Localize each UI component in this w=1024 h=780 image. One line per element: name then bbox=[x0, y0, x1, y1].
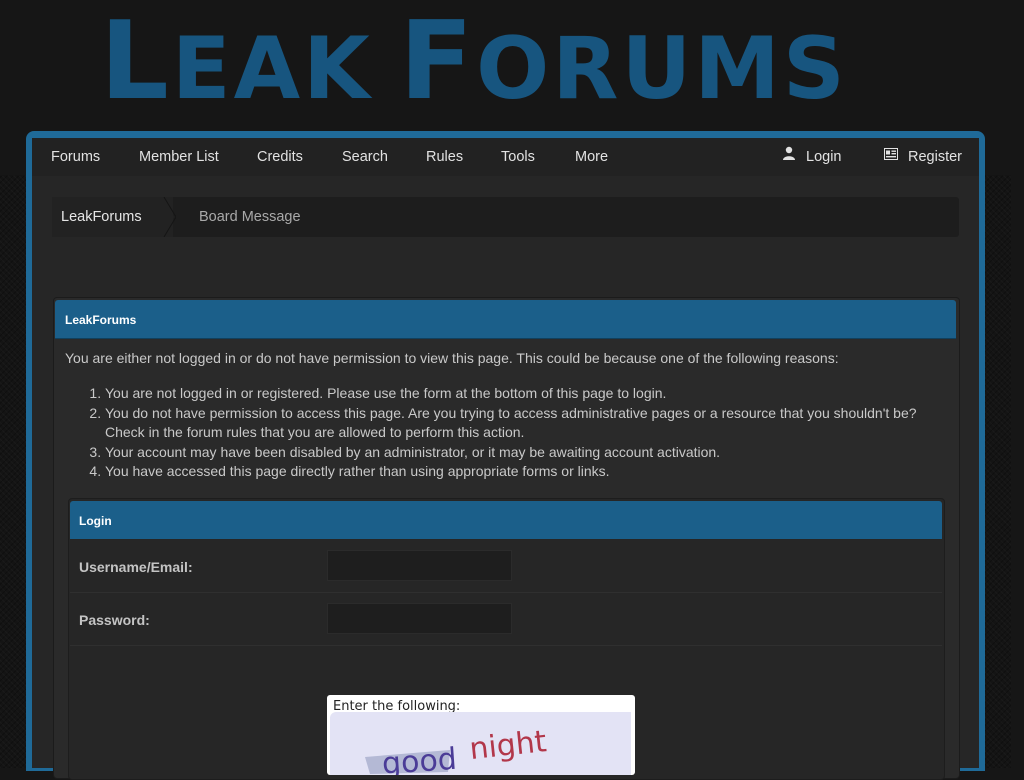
username-input[interactable] bbox=[327, 550, 512, 581]
list-item: You are not logged in or registered. Ple… bbox=[105, 384, 945, 404]
password-input[interactable] bbox=[327, 603, 512, 634]
site-logo[interactable]: LEAK FORUMS bbox=[0, 0, 1011, 128]
nav-more[interactable]: More bbox=[575, 138, 608, 176]
list-item: You do not have permission to access thi… bbox=[105, 404, 945, 443]
captcha-word: good bbox=[381, 742, 458, 775]
nav-search[interactable]: Search bbox=[342, 138, 388, 176]
captcha-image: good night bbox=[330, 712, 631, 775]
login-form-title: Login bbox=[70, 501, 942, 539]
breadcrumb-current: Board Message bbox=[199, 209, 301, 225]
list-item: You have accessed this page directly rat… bbox=[105, 462, 945, 482]
nav-register[interactable]: Register bbox=[884, 138, 962, 176]
reasons-list: You are not logged in or registered. Ple… bbox=[65, 384, 945, 482]
username-label: Username/Email: bbox=[79, 559, 193, 575]
nav-credits[interactable]: Credits bbox=[257, 138, 303, 176]
main-navigation: Forums Member List Credits Search Rules … bbox=[32, 138, 979, 176]
breadcrumb-separator bbox=[162, 197, 176, 237]
nav-member-list[interactable]: Member List bbox=[139, 138, 219, 176]
register-form-icon bbox=[884, 137, 898, 175]
breadcrumb: LeakForums Board Message bbox=[52, 197, 959, 237]
username-row: Username/Email: bbox=[70, 540, 942, 593]
captcha-box: Enter the following: good night bbox=[327, 695, 635, 775]
password-row: Password: bbox=[70, 593, 942, 646]
captcha-word: night bbox=[468, 724, 549, 767]
nav-login[interactable]: Login bbox=[782, 138, 841, 176]
panel-intro-text: You are either not logged in or do not h… bbox=[65, 350, 839, 366]
nav-register-label: Register bbox=[908, 149, 962, 165]
nav-login-label: Login bbox=[806, 149, 842, 165]
user-icon bbox=[782, 137, 796, 175]
nav-forums[interactable]: Forums bbox=[51, 138, 100, 176]
list-item: Your account may have been disabled by a… bbox=[105, 443, 945, 463]
password-label: Password: bbox=[79, 612, 150, 628]
panel-title: LeakForums bbox=[55, 300, 956, 339]
breadcrumb-home[interactable]: LeakForums bbox=[52, 197, 173, 237]
nav-tools[interactable]: Tools bbox=[501, 138, 535, 176]
nav-rules[interactable]: Rules bbox=[426, 138, 463, 176]
